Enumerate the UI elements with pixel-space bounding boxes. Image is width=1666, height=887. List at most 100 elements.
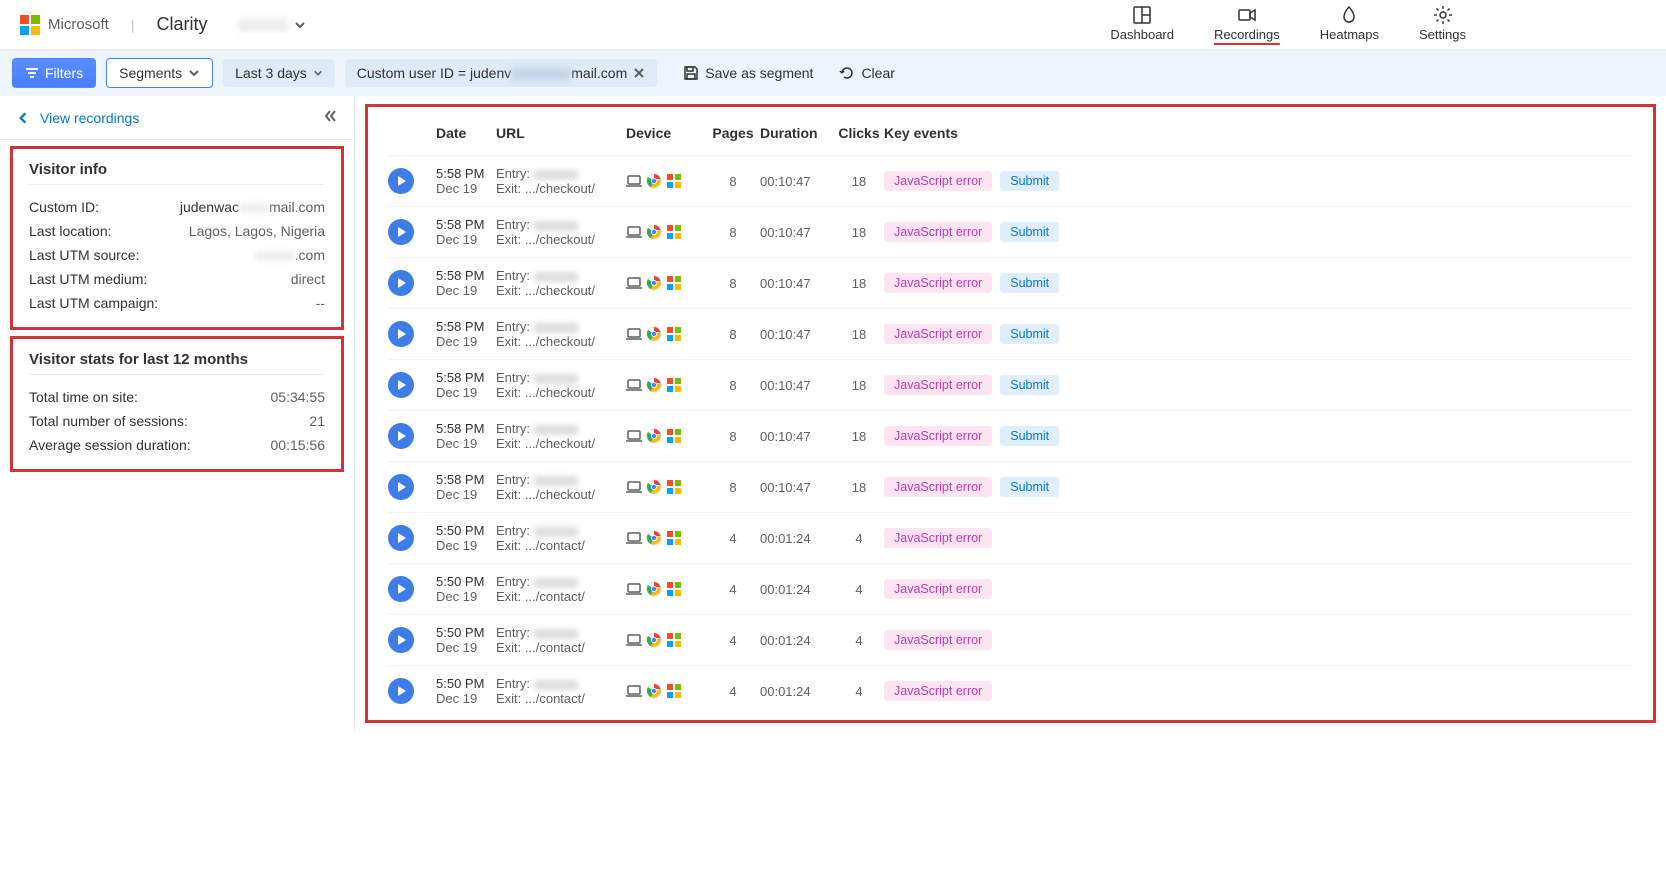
jserror-tag[interactable]: JavaScript error <box>884 579 992 599</box>
chevron-left-icon[interactable] <box>16 111 30 125</box>
play-button[interactable] <box>388 678 414 704</box>
last-location-value: Lagos, Lagos, Nigeria <box>189 223 325 239</box>
main-nav: Dashboard Recordings Heatmaps Settings <box>1110 5 1466 44</box>
recording-time: 5:58 PM <box>436 166 496 181</box>
cell-device <box>626 377 706 393</box>
entry-url: Entry: <box>496 676 626 691</box>
heatmaps-icon <box>1339 5 1359 25</box>
jserror-tag[interactable]: JavaScript error <box>884 477 992 497</box>
company-name: Microsoft <box>48 16 109 33</box>
cell-clicks: 18 <box>834 429 884 444</box>
table-row[interactable]: 5:58 PM Dec 19 Entry: Exit: .../checkout… <box>388 206 1633 257</box>
table-row[interactable]: 5:50 PM Dec 19 Entry: Exit: .../contact/… <box>388 563 1633 614</box>
close-icon[interactable] <box>633 67 645 79</box>
table-row[interactable]: 5:50 PM Dec 19 Entry: Exit: .../contact/… <box>388 614 1633 665</box>
play-button[interactable] <box>388 525 414 551</box>
chrome-icon <box>646 326 662 342</box>
exit-url: Exit: .../contact/ <box>496 691 626 706</box>
table-header: Date URL Device Pages Duration Clicks Ke… <box>388 117 1633 155</box>
jserror-tag[interactable]: JavaScript error <box>884 426 992 446</box>
table-row[interactable]: 5:58 PM Dec 19 Entry: Exit: .../checkout… <box>388 359 1633 410</box>
play-button[interactable] <box>388 219 414 245</box>
windows-icon <box>666 428 682 444</box>
table-row[interactable]: 5:58 PM Dec 19 Entry: Exit: .../checkout… <box>388 257 1633 308</box>
date-range-chip[interactable]: Last 3 days <box>223 59 335 87</box>
play-button[interactable] <box>388 321 414 347</box>
custom-filter-chip[interactable]: Custom user ID = judenvmail.com <box>345 59 657 87</box>
submit-tag[interactable]: Submit <box>1000 171 1059 191</box>
sidebar: View recordings Visitor info Custom ID: … <box>0 96 355 731</box>
cell-device <box>626 275 706 291</box>
submit-tag[interactable]: Submit <box>1000 375 1059 395</box>
table-row[interactable]: 5:58 PM Dec 19 Entry: Exit: .../checkout… <box>388 461 1633 512</box>
jserror-tag[interactable]: JavaScript error <box>884 273 992 293</box>
cell-device <box>626 683 706 699</box>
visitor-location-row: Last location: Lagos, Lagos, Nigeria <box>29 219 325 243</box>
jserror-tag[interactable]: JavaScript error <box>884 630 992 650</box>
table-row[interactable]: 5:50 PM Dec 19 Entry: Exit: .../contact/… <box>388 665 1633 716</box>
cell-key-events: JavaScript error <box>884 528 1633 548</box>
cell-duration: 00:01:24 <box>760 582 834 597</box>
play-button[interactable] <box>388 576 414 602</box>
save-segment-button[interactable]: Save as segment <box>683 65 813 81</box>
project-name-redacted <box>238 18 288 32</box>
laptop-icon <box>626 275 642 291</box>
total-sessions-row: Total number of sessions: 21 <box>29 409 325 433</box>
cell-pages: 8 <box>706 429 760 444</box>
jserror-tag[interactable]: JavaScript error <box>884 681 992 701</box>
entry-url: Entry: <box>496 319 626 334</box>
project-dropdown[interactable] <box>238 18 306 32</box>
windows-icon <box>666 275 682 291</box>
clear-button[interactable]: Clear <box>839 65 894 81</box>
col-date: Date <box>436 125 496 141</box>
jserror-tag[interactable]: JavaScript error <box>884 528 992 548</box>
nav-recordings[interactable]: Recordings <box>1214 5 1280 44</box>
submit-tag[interactable]: Submit <box>1000 273 1059 293</box>
play-button[interactable] <box>388 168 414 194</box>
cell-duration: 00:01:24 <box>760 531 834 546</box>
exit-url: Exit: .../contact/ <box>496 640 626 655</box>
cell-clicks: 18 <box>834 276 884 291</box>
table-row[interactable]: 5:50 PM Dec 19 Entry: Exit: .../contact/… <box>388 512 1633 563</box>
jserror-tag[interactable]: JavaScript error <box>884 222 992 242</box>
recording-time: 5:58 PM <box>436 472 496 487</box>
submit-tag[interactable]: Submit <box>1000 222 1059 242</box>
segments-button[interactable]: Segments <box>106 58 213 88</box>
cell-date: 5:50 PM Dec 19 <box>436 676 496 706</box>
submit-tag[interactable]: Submit <box>1000 426 1059 446</box>
windows-icon <box>666 224 682 240</box>
cell-key-events: JavaScript error Submit <box>884 273 1633 293</box>
nav-dashboard[interactable]: Dashboard <box>1110 5 1174 44</box>
filters-button[interactable]: Filters <box>12 58 96 88</box>
play-button[interactable] <box>388 627 414 653</box>
submit-tag[interactable]: Submit <box>1000 324 1059 344</box>
cell-key-events: JavaScript error Submit <box>884 426 1633 446</box>
table-row[interactable]: 5:58 PM Dec 19 Entry: Exit: .../checkout… <box>388 410 1633 461</box>
table-row[interactable]: 5:58 PM Dec 19 Entry: Exit: .../checkout… <box>388 308 1633 359</box>
play-button[interactable] <box>388 474 414 500</box>
cell-duration: 00:01:24 <box>760 633 834 648</box>
recording-date: Dec 19 <box>436 436 496 451</box>
cell-url: Entry: Exit: .../contact/ <box>496 574 626 604</box>
cell-key-events: JavaScript error <box>884 630 1633 650</box>
cell-device <box>626 326 706 342</box>
jserror-tag[interactable]: JavaScript error <box>884 171 992 191</box>
jserror-tag[interactable]: JavaScript error <box>884 375 992 395</box>
cell-key-events: JavaScript error Submit <box>884 375 1633 395</box>
view-recordings-link[interactable]: View recordings <box>40 110 139 126</box>
cell-device <box>626 479 706 495</box>
nav-settings[interactable]: Settings <box>1419 5 1466 44</box>
play-button[interactable] <box>388 372 414 398</box>
submit-tag[interactable]: Submit <box>1000 477 1059 497</box>
table-row[interactable]: 5:58 PM Dec 19 Entry: Exit: .../checkout… <box>388 155 1633 206</box>
cell-url: Entry: Exit: .../checkout/ <box>496 421 626 451</box>
visitor-stats-title: Visitor stats for last 12 months <box>29 351 325 375</box>
visitor-utm-campaign-row: Last UTM campaign: -- <box>29 291 325 315</box>
play-button[interactable] <box>388 423 414 449</box>
play-button[interactable] <box>388 270 414 296</box>
body: View recordings Visitor info Custom ID: … <box>0 96 1666 731</box>
nav-heatmaps[interactable]: Heatmaps <box>1320 5 1379 44</box>
cell-device <box>626 173 706 189</box>
collapse-sidebar-button[interactable] <box>322 108 338 127</box>
jserror-tag[interactable]: JavaScript error <box>884 324 992 344</box>
